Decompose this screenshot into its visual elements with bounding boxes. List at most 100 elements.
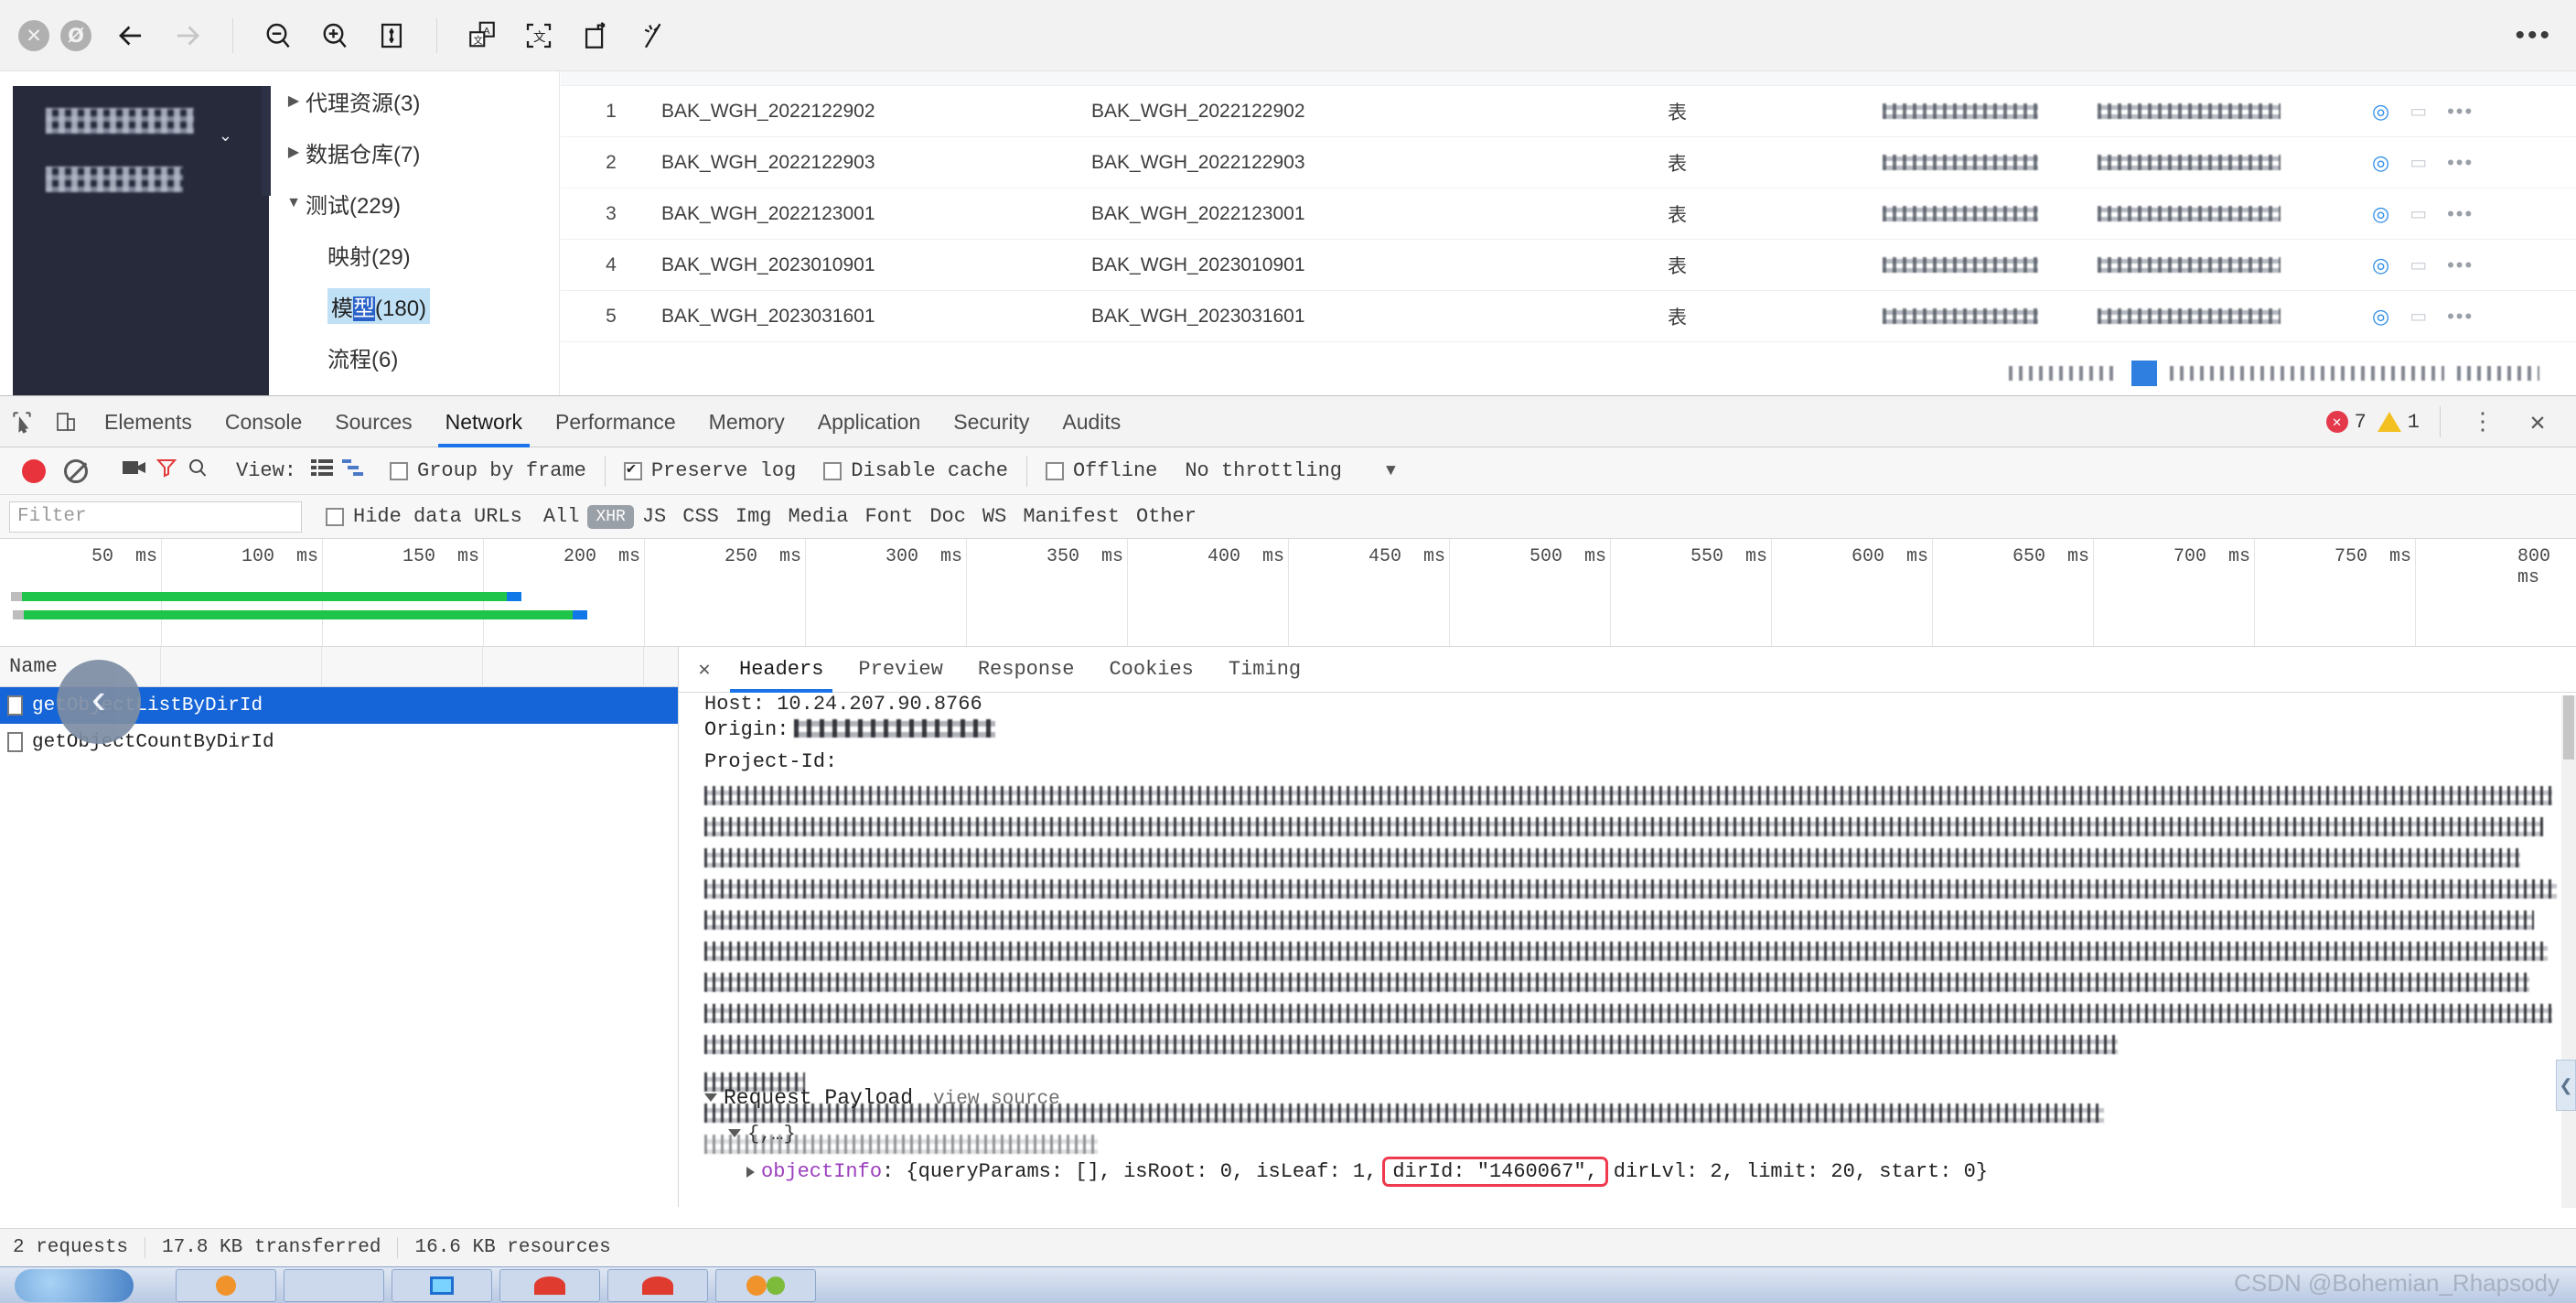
close-detail-icon[interactable]: ✕ bbox=[690, 658, 719, 682]
close-devtools-icon[interactable]: ✕ bbox=[2516, 396, 2560, 447]
tab-network[interactable]: Network bbox=[429, 396, 539, 447]
more-icon[interactable]: ••• bbox=[2447, 202, 2474, 226]
detail-tab-headers[interactable]: Headers bbox=[724, 647, 838, 693]
tree-item-data-warehouse[interactable]: ▶ 数据仓库(7) bbox=[271, 126, 559, 178]
copy-icon[interactable]: ▭ bbox=[2410, 151, 2427, 174]
tree-item-test[interactable]: ▼ 测试(229) bbox=[271, 178, 559, 229]
waterfall-view-icon[interactable] bbox=[342, 458, 364, 483]
tree-item-agent-resources[interactable]: ▶ 代理资源(3) bbox=[271, 75, 559, 126]
group-by-frame-checkbox[interactable] bbox=[390, 461, 409, 480]
more-icon[interactable]: ••• bbox=[2447, 253, 2474, 277]
capture-screenshots-icon[interactable] bbox=[123, 458, 146, 483]
pagination-current-page[interactable] bbox=[2131, 361, 2157, 386]
table-row[interactable]: 2 BAK_WGH_2022122903 BAK_WGH_2022122903 … bbox=[561, 137, 2576, 188]
more-icon[interactable]: ••• bbox=[2447, 151, 2474, 175]
throttling-select[interactable]: No throttling bbox=[1185, 459, 1342, 482]
filter-type-manifest[interactable]: Manifest bbox=[1014, 505, 1128, 528]
filter-type-img[interactable]: Img bbox=[727, 505, 780, 528]
tab-memory[interactable]: Memory bbox=[692, 396, 801, 447]
filter-type-js[interactable]: JS bbox=[634, 505, 674, 528]
record-toggle-icon[interactable] bbox=[22, 458, 46, 483]
detail-tab-cookies[interactable]: Cookies bbox=[1094, 647, 1208, 693]
tab-application[interactable]: Application bbox=[801, 396, 938, 447]
copy-icon[interactable]: ▭ bbox=[2410, 305, 2427, 328]
back-arrow-icon[interactable] bbox=[102, 12, 159, 59]
filter-toggle-icon[interactable] bbox=[156, 457, 177, 486]
translate-icon[interactable]: A 文 bbox=[454, 12, 510, 59]
tab-elements[interactable]: Elements bbox=[88, 396, 209, 447]
tree-item-mapping[interactable]: 映射(29) bbox=[271, 229, 559, 280]
inspect-element-icon[interactable] bbox=[0, 396, 44, 447]
detail-tab-preview[interactable]: Preview bbox=[843, 647, 957, 693]
viewer-overflow-menu[interactable]: ••• bbox=[2515, 21, 2552, 48]
taskbar-item[interactable] bbox=[499, 1268, 600, 1302]
clear-requests-icon[interactable] bbox=[64, 458, 88, 483]
tab-security[interactable]: Security bbox=[937, 396, 1046, 447]
back-overlay-button[interactable]: ‹ bbox=[57, 660, 141, 744]
taskbar-item[interactable] bbox=[392, 1268, 492, 1302]
scrollbar-thumb[interactable] bbox=[2563, 695, 2574, 759]
edge-expand-chevron-icon[interactable]: ❮ bbox=[2556, 1060, 2576, 1111]
filter-type-ws[interactable]: WS bbox=[974, 505, 1014, 528]
filter-type-css[interactable]: CSS bbox=[674, 505, 727, 528]
close-circle-icon[interactable]: ✕ bbox=[18, 19, 49, 51]
table-row[interactable]: 1 BAK_WGH_2022122902 BAK_WGH_2022122902 … bbox=[561, 86, 2576, 137]
timeline-request-bar[interactable] bbox=[13, 610, 587, 619]
collapse-triangle-icon[interactable] bbox=[728, 1129, 741, 1137]
tree-item-tables-views[interactable]: 表和视图(14) bbox=[271, 382, 559, 395]
copy-icon[interactable]: ▭ bbox=[2410, 253, 2427, 276]
zoom-out-icon[interactable] bbox=[250, 12, 306, 59]
detail-scrollbar[interactable] bbox=[2561, 695, 2576, 1208]
hide-data-urls-checkbox[interactable] bbox=[326, 507, 344, 526]
payload-root-node[interactable]: {,…} bbox=[704, 1123, 2558, 1146]
tree-item-process[interactable]: 流程(6) bbox=[271, 331, 559, 382]
throttling-chevron-down-icon[interactable]: ▼ bbox=[1386, 462, 1396, 480]
table-row[interactable]: 4 BAK_WGH_2023010901 BAK_WGH_2023010901 … bbox=[561, 240, 2576, 291]
tree-item-model[interactable]: 模型(180) bbox=[271, 280, 559, 331]
table-pagination[interactable] bbox=[2009, 355, 2539, 392]
more-icon[interactable]: ••• bbox=[2447, 100, 2474, 124]
rotate-icon[interactable] bbox=[567, 12, 624, 59]
tab-console[interactable]: Console bbox=[209, 396, 318, 447]
forward-arrow-icon[interactable] bbox=[159, 12, 216, 59]
error-count-badge[interactable]: ✕ 7 bbox=[2325, 411, 2367, 434]
warning-count-badge[interactable]: 1 bbox=[2377, 411, 2420, 434]
copy-icon[interactable]: ▭ bbox=[2410, 202, 2427, 225]
devtools-menu-icon[interactable]: ⋮ bbox=[2461, 396, 2505, 447]
tab-sources[interactable]: Sources bbox=[318, 396, 428, 447]
filter-type-font[interactable]: Font bbox=[857, 505, 922, 528]
headers-content[interactable]: Host: 10.24.207.90.8766 Origin: Project-… bbox=[679, 693, 2576, 1207]
taskbar-item[interactable] bbox=[715, 1268, 816, 1302]
taskbar-item[interactable] bbox=[176, 1268, 276, 1302]
filter-input[interactable]: Filter bbox=[9, 501, 302, 533]
payload-object-info-line[interactable]: objectInfo : {queryParams: [], isRoot: 0… bbox=[704, 1157, 2558, 1187]
view-icon[interactable]: ◎ bbox=[2372, 202, 2389, 226]
filter-type-doc[interactable]: Doc bbox=[921, 505, 974, 528]
copy-icon[interactable]: ▭ bbox=[2410, 100, 2427, 123]
start-button[interactable] bbox=[15, 1268, 134, 1302]
fit-page-icon[interactable] bbox=[363, 12, 420, 59]
view-icon[interactable]: ◎ bbox=[2372, 253, 2389, 277]
table-row[interactable]: 3 BAK_WGH_2022123001 BAK_WGH_2022123001 … bbox=[561, 188, 2576, 240]
filter-type-media[interactable]: Media bbox=[779, 505, 856, 528]
magic-wand-icon[interactable] bbox=[624, 12, 681, 59]
device-toolbar-icon[interactable] bbox=[44, 396, 88, 447]
timeline-request-bar[interactable] bbox=[11, 592, 521, 601]
preserve-log-checkbox[interactable] bbox=[623, 459, 642, 480]
view-icon[interactable]: ◎ bbox=[2372, 100, 2389, 124]
search-icon[interactable] bbox=[187, 457, 209, 485]
expand-triangle-icon[interactable] bbox=[746, 1166, 755, 1178]
filter-type-all[interactable]: All bbox=[535, 505, 588, 528]
tab-performance[interactable]: Performance bbox=[539, 396, 692, 447]
chevron-down-icon[interactable]: ⌄ bbox=[219, 126, 232, 145]
detail-tab-timing[interactable]: Timing bbox=[1214, 647, 1315, 693]
filter-type-other[interactable]: Other bbox=[1128, 505, 1205, 528]
view-source-link[interactable]: view source bbox=[933, 1089, 1060, 1110]
network-timeline[interactable]: 50 ms 100 ms 150 ms 200 ms 250 ms 300 ms… bbox=[0, 539, 2576, 647]
view-icon[interactable]: ◎ bbox=[2372, 151, 2389, 175]
taskbar-item[interactable] bbox=[607, 1268, 708, 1302]
view-icon[interactable]: ◎ bbox=[2372, 305, 2389, 328]
list-view-icon[interactable] bbox=[311, 458, 334, 483]
no-entry-circle-icon[interactable]: Ø bbox=[60, 19, 91, 51]
collapse-triangle-icon[interactable] bbox=[704, 1093, 717, 1102]
